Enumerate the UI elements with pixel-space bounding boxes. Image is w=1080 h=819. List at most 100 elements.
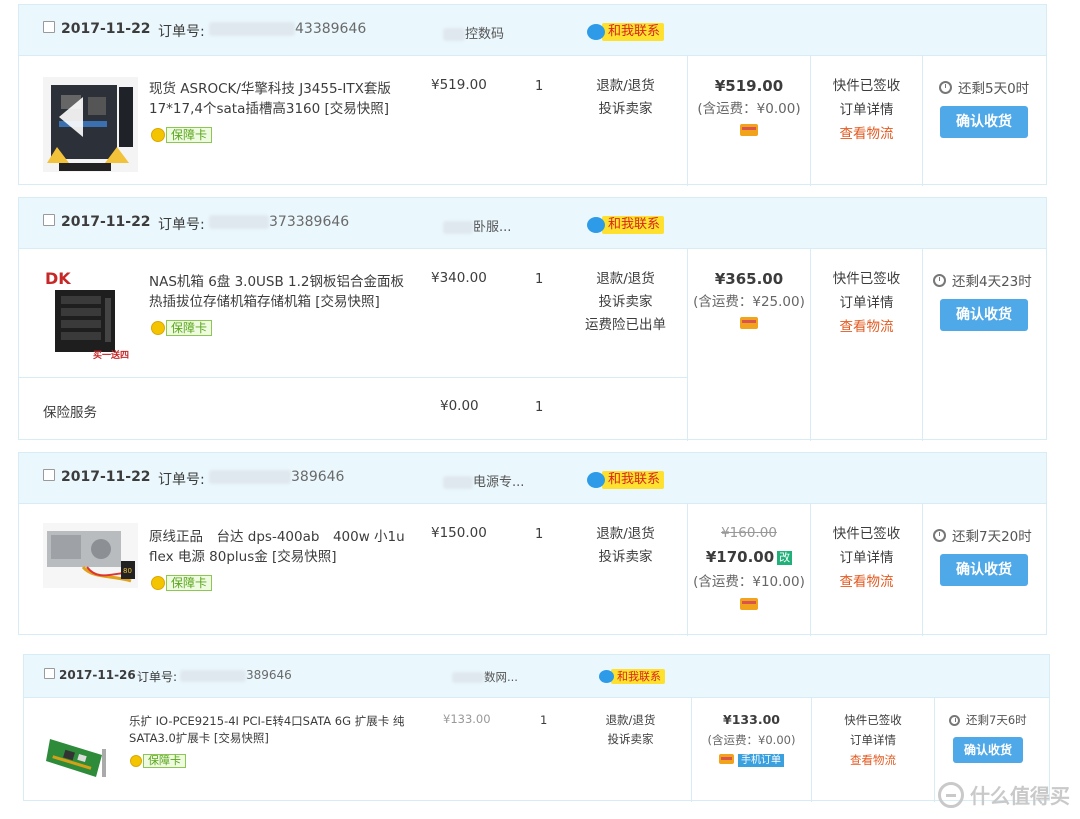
view-logistics-link[interactable]: 查看物流 (811, 122, 922, 146)
credit-card-icon (740, 317, 758, 329)
order-total: ¥160.00 ¥170.00 改 (含运费：¥10.00) (688, 521, 810, 618)
order-date: 2017-11-22 (61, 214, 151, 230)
complain-link[interactable]: 投诉卖家 (584, 730, 677, 749)
order-total: ¥133.00 (含运费：¥0.00) 手机订单 (692, 710, 811, 770)
refund-link[interactable]: 退款/退货 (579, 268, 672, 291)
confirm-receipt-button[interactable]: 确认收货 (940, 106, 1028, 138)
refund-link[interactable]: 退款/退货 (584, 711, 677, 730)
order-checkbox[interactable] (43, 469, 55, 481)
view-logistics-link[interactable]: 查看物流 (811, 570, 922, 594)
order-number-label: 订单号: (158, 24, 205, 40)
product-thumbnail[interactable]: 80 (43, 523, 138, 588)
redacted-text (209, 215, 269, 229)
remaining-time: 还剩7天20时 (933, 525, 1032, 545)
remaining-time: 还剩7天6时 (949, 712, 1027, 728)
shipping-fee: (含运费：¥10.00) (693, 574, 805, 590)
confirm-receipt-button[interactable]: 确认收货 (940, 554, 1028, 586)
order-checkbox[interactable] (44, 668, 55, 679)
product-thumbnail[interactable]: DK 买一送四 (43, 268, 138, 363)
view-logistics-link[interactable]: 查看物流 (812, 750, 934, 770)
chat-bubble-icon (587, 24, 605, 40)
service-column: 退款/退货 投诉卖家 运费险已出单 (579, 268, 672, 337)
contact-seller-button[interactable]: 和我联系 (587, 471, 665, 489)
guarantee-badge[interactable]: 保障卡 (151, 575, 213, 591)
view-logistics-link[interactable]: 查看物流 (811, 315, 922, 339)
guarantee-icon (151, 576, 165, 590)
order-status: 快件已签收 订单详情 查看物流 (811, 267, 922, 339)
insurance-price: ¥0.00 (440, 398, 479, 414)
total-amount: ¥519.00 (714, 77, 784, 95)
mobile-order-badge: 手机订单 (738, 754, 784, 767)
shop-name[interactable]: 控数码 (443, 23, 504, 42)
order-number-label: 订单号: (137, 670, 178, 684)
product-title[interactable]: 现货 ASROCK/华擎科技 J3455-ITX套版17*17,4个sata插槽… (149, 79, 414, 119)
order-card: 2017-11-22 订单号: 43389646 控数码 和我联系 现货 ASR… (18, 4, 1047, 186)
order-number-label: 订单号: (158, 472, 205, 488)
confirm-receipt-button[interactable]: 确认收货 (953, 737, 1023, 763)
total-amount: ¥133.00 (723, 712, 780, 727)
chat-bubble-icon (599, 670, 614, 683)
order-number: 389646 (180, 668, 292, 682)
complain-link[interactable]: 投诉卖家 (579, 546, 672, 569)
redacted-text (443, 221, 473, 234)
quantity: 1 (535, 79, 544, 94)
credit-card-icon (719, 754, 734, 764)
product-thumbnail[interactable] (44, 725, 116, 781)
price-modified-badge: 改 (777, 551, 793, 565)
order-number-label: 订单号: (158, 217, 205, 233)
guarantee-icon (151, 321, 165, 335)
service-column: 退款/退货 投诉卖家 (579, 523, 672, 569)
product-thumbnail[interactable] (43, 77, 138, 172)
order-detail-link[interactable]: 订单详情 (811, 98, 922, 122)
redacted-text (443, 476, 473, 489)
svg-text:DK: DK (45, 269, 71, 288)
redacted-text (443, 28, 465, 41)
guarantee-badge[interactable]: 保障卡 (151, 127, 213, 143)
shipping-fee: (含运费：¥25.00) (693, 294, 805, 310)
order-detail-link[interactable]: 订单详情 (811, 546, 922, 570)
order-detail-link[interactable]: 订单详情 (811, 291, 922, 315)
product-title[interactable]: NAS机箱 6盘 3.0USB 1.2钢板铝合金面板热插拔位存储机箱存储机箱 [… (149, 272, 414, 312)
contact-seller-button[interactable]: 和我联系 (587, 216, 665, 234)
original-total: ¥160.00 (721, 525, 777, 541)
unit-price: ¥133.00 (443, 712, 491, 726)
order-detail-link[interactable]: 订单详情 (812, 730, 934, 750)
guarantee-badge[interactable]: 保障卡 (151, 320, 213, 336)
order-date: 2017-11-22 (61, 21, 151, 37)
confirm-receipt-button[interactable]: 确认收货 (940, 299, 1028, 331)
quantity: 1 (535, 527, 544, 542)
order-card: 2017-11-26 订单号: 389646 数网... 和我联系 乐扩 IO-… (23, 654, 1050, 802)
order-number: 373389646 (209, 214, 349, 230)
freight-insurance-status: 运费险已出单 (585, 317, 666, 333)
shipping-fee: (含运费：¥0.00) (697, 101, 801, 117)
order-checkbox[interactable] (43, 21, 55, 33)
order-header (24, 655, 1049, 698)
complain-link[interactable]: 投诉卖家 (579, 291, 672, 314)
timer-icon (933, 528, 946, 542)
insurance-quantity: 1 (535, 400, 544, 415)
complain-link[interactable]: 投诉卖家 (579, 98, 672, 121)
contact-seller-button[interactable]: 和我联系 (599, 669, 665, 684)
quantity: 1 (540, 713, 548, 727)
guarantee-icon (130, 755, 142, 767)
timer-icon (933, 273, 946, 287)
shop-name[interactable]: 电源专... (443, 471, 524, 490)
shop-name[interactable]: 卧服... (443, 216, 511, 235)
credit-card-icon (740, 124, 758, 136)
total-amount: ¥170.00 (705, 548, 775, 566)
guarantee-icon (151, 128, 165, 142)
product-title[interactable]: 原线正品 台达 dps-400ab 400w 小1u flex 电源 80plu… (149, 527, 419, 567)
refund-link[interactable]: 退款/退货 (579, 523, 672, 546)
credit-card-icon (740, 598, 758, 610)
product-title[interactable]: 乐扩 IO-PCE9215-4I PCI-E转4口SATA 6G 扩展卡 纯SA… (129, 713, 417, 747)
contact-seller-button[interactable]: 和我联系 (587, 23, 665, 41)
insurance-service-label: 保险服务 (43, 405, 97, 421)
order-date: 2017-11-26 (59, 668, 136, 682)
refund-link[interactable]: 退款/退货 (579, 75, 672, 98)
chat-bubble-icon (587, 472, 605, 488)
order-checkbox[interactable] (43, 214, 55, 226)
guarantee-badge[interactable]: 保障卡 (130, 754, 186, 768)
shop-name[interactable]: 数网... (452, 669, 518, 685)
redacted-text (180, 669, 246, 682)
redacted-text (452, 672, 484, 683)
